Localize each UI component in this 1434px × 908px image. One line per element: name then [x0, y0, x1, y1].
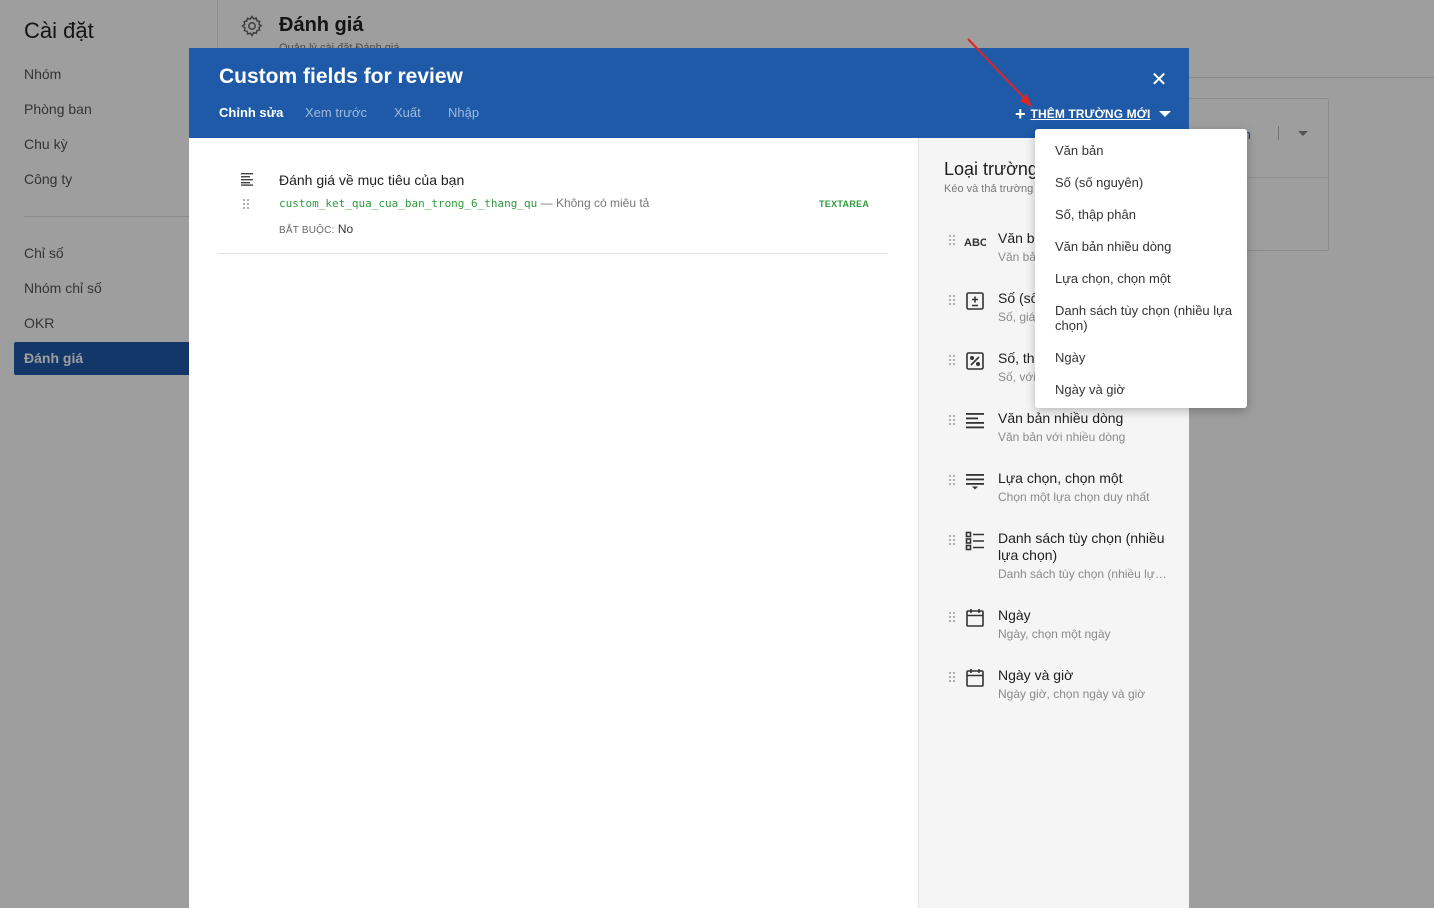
field-type-badge: TEXTAREA [819, 199, 870, 209]
abc-icon: ABC [964, 237, 986, 249]
caret-down-icon [1159, 111, 1172, 117]
type-label: Văn bản nhiều dòng [998, 410, 1124, 426]
menu-item-ngay[interactable]: Ngày [1055, 350, 1235, 365]
textarea-icon [241, 173, 253, 186]
menu-item-van-ban[interactable]: Văn bản [1055, 143, 1235, 158]
calendar-time-icon [966, 669, 984, 687]
required-value: No [334, 222, 354, 236]
drag-handle-icon[interactable] [242, 198, 250, 210]
field-required: BẮT BUỘC: No [279, 222, 353, 236]
type-description: Danh sách tùy chọn (nhiều lựa chọn) [998, 567, 1168, 581]
type-description: Văn bản với nhiều dòng [998, 430, 1126, 444]
type-label: Lựa chọn, chọn một [998, 470, 1123, 486]
menu-item-so-nguyen[interactable]: Số (số nguyên) [1055, 175, 1235, 190]
field-type-ngay-va-gio[interactable]: Ngày và giờ Ngày giờ, chọn ngày và giờ [919, 667, 1189, 707]
checklist-icon [965, 531, 984, 551]
type-description: Ngày giờ, chọn ngày và giờ [998, 687, 1146, 701]
tab-xem-truoc[interactable]: Xem trước [305, 105, 367, 120]
add-field-dropdown-menu: Văn bản Số (số nguyên) Số, thập phân Văn… [1035, 129, 1247, 408]
integer-icon [966, 292, 984, 310]
drag-handle-icon[interactable] [948, 414, 956, 426]
decimal-icon [966, 352, 984, 370]
menu-item-so-thap-phan[interactable]: Số, thập phân [1055, 207, 1235, 222]
drag-handle-icon[interactable] [948, 354, 956, 366]
field-type-van-ban-nhieu-dong[interactable]: Văn bản nhiều dòng Văn bản với nhiều dòn… [919, 410, 1189, 450]
menu-item-ngay-va-gio[interactable]: Ngày và giờ [1055, 382, 1235, 397]
type-label: Danh sách tùy chọn (nhiều lựa chọn) [998, 530, 1165, 563]
svg-text:ABC: ABC [964, 237, 986, 249]
menu-item-danh-sach-tuy-chon[interactable]: Danh sách tùy chọn (nhiều lựa chọn) [1055, 303, 1235, 333]
tab-chinh-sua[interactable]: Chỉnh sửa [219, 105, 283, 120]
panel-title: Loại trường [944, 159, 1038, 179]
field-row[interactable]: Đánh giá về mục tiêu của bạn custom_ket_… [218, 158, 888, 254]
tab-xuat[interactable]: Xuất [394, 105, 421, 120]
field-type-lua-chon-mot[interactable]: Lựa chọn, chọn một Chọn một lựa chọn duy… [919, 470, 1189, 510]
drag-handle-icon[interactable] [948, 294, 956, 306]
calendar-icon [966, 609, 984, 627]
drag-handle-icon[interactable] [948, 474, 956, 486]
field-key-line: custom_ket_qua_cua_ban_trong_6_thang_qu … [279, 196, 649, 210]
tab-nhap[interactable]: Nhập [448, 105, 479, 120]
field-name: Đánh giá về mục tiêu của bạn [279, 172, 465, 188]
add-field-label: THÊM TRƯỜNG MỚI [1030, 107, 1151, 121]
type-description: Ngày, chọn một ngày [998, 627, 1111, 641]
field-key: custom_ket_qua_cua_ban_trong_6_thang_qu [279, 197, 538, 210]
field-description: — Không có miêu tả [537, 196, 650, 210]
drag-handle-icon[interactable] [948, 534, 956, 546]
required-label: BẮT BUỘC: [279, 225, 335, 236]
annotation-arrow-icon [967, 38, 1032, 107]
type-description: Chọn một lựa chọn duy nhất [998, 490, 1150, 504]
multiline-icon [966, 413, 984, 429]
modal-title: Custom fields for review [219, 65, 463, 88]
field-type-danh-sach-tuy-chon[interactable]: Danh sách tùy chọn (nhiều lựa chọn) Danh… [919, 530, 1189, 588]
type-label: Ngày [998, 607, 1031, 623]
single-select-icon [966, 474, 984, 490]
field-type-ngay[interactable]: Ngày Ngày, chọn một ngày [919, 607, 1189, 647]
close-icon[interactable]: ✕ [1147, 68, 1171, 92]
drag-handle-icon[interactable] [948, 234, 956, 246]
menu-item-lua-chon-mot[interactable]: Lựa chọn, chọn một [1055, 271, 1235, 286]
type-label: Ngày và giờ [998, 667, 1074, 683]
drag-handle-icon[interactable] [948, 611, 956, 623]
drag-handle-icon[interactable] [948, 671, 956, 683]
panel-subtitle: Kéo và thả trường [944, 183, 1034, 195]
menu-item-van-ban-nhieu-dong[interactable]: Văn bản nhiều dòng [1055, 239, 1235, 254]
